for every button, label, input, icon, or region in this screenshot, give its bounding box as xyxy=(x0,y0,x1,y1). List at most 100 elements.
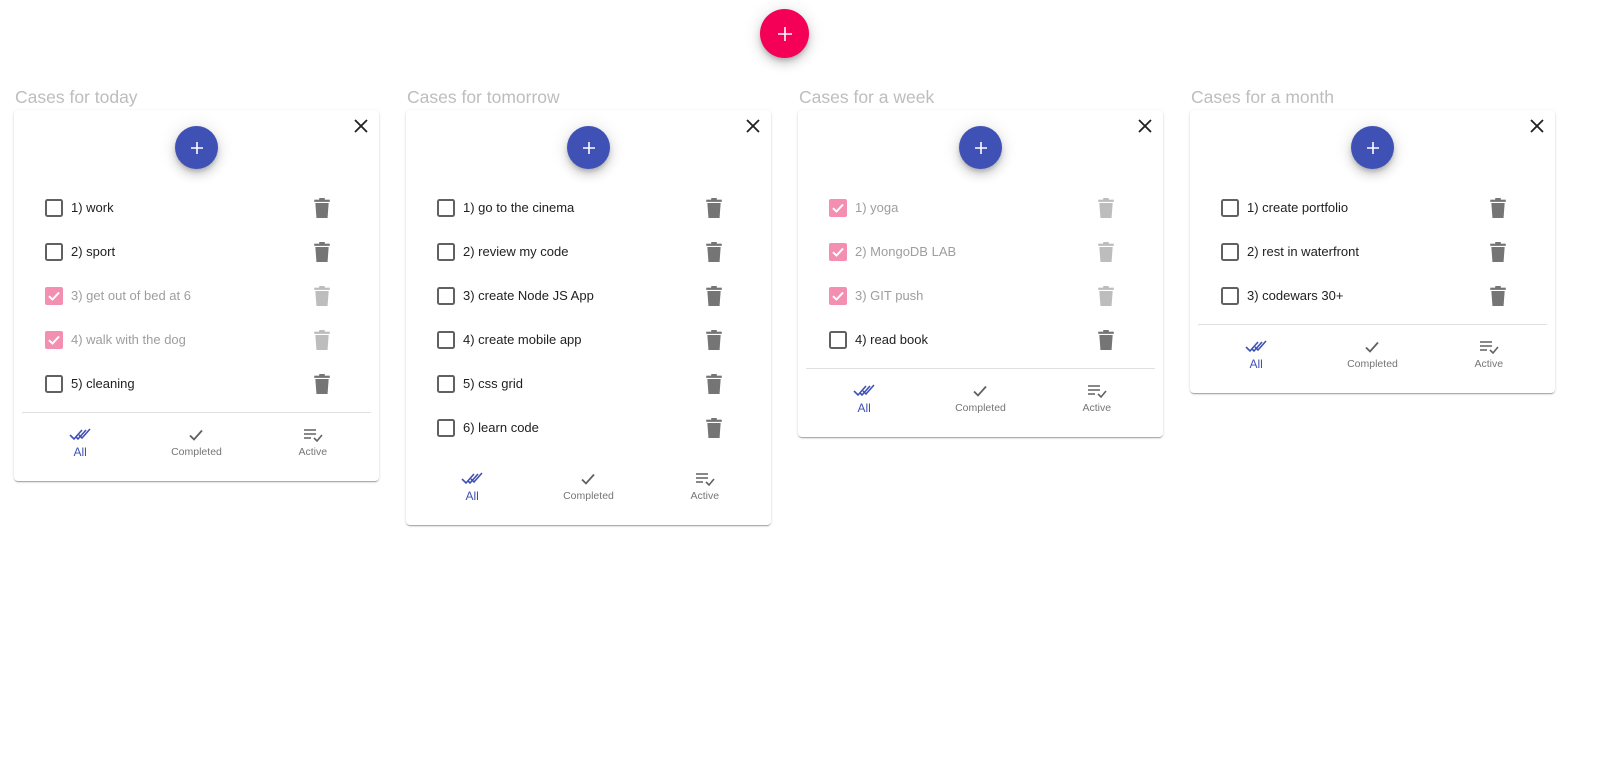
task-list: 1) create portfolio 2) rest in waterfront… xyxy=(1190,186,1555,318)
add-list-button[interactable] xyxy=(760,9,809,58)
checkbox-unchecked-icon xyxy=(437,331,455,349)
delete-task-button[interactable] xyxy=(705,242,723,262)
task-item: 1) go to the cinema xyxy=(414,186,763,230)
plus-icon xyxy=(190,141,203,154)
task-checkbox[interactable] xyxy=(1221,287,1239,305)
filter-all-button[interactable]: All xyxy=(417,457,528,525)
task-item: 3) get out of bed at 6 xyxy=(22,274,371,318)
playlist-check-icon xyxy=(695,473,715,487)
filter-label: All xyxy=(857,401,871,415)
task-item: 2) MongoDB LAB xyxy=(806,230,1155,274)
task-checkbox[interactable] xyxy=(1221,243,1239,261)
task-item: 4) walk with the dog xyxy=(22,318,371,362)
filter-all-button[interactable]: All xyxy=(25,413,136,481)
task-checkbox[interactable] xyxy=(437,331,455,349)
trash-icon xyxy=(706,242,722,262)
check-icon xyxy=(973,385,988,397)
trash-icon xyxy=(1490,198,1506,218)
todo-card: 1) create portfolio 2) rest in waterfront… xyxy=(1190,110,1555,393)
task-item: 1) work xyxy=(22,186,371,230)
checkbox-unchecked-icon xyxy=(437,199,455,217)
delete-task-button[interactable] xyxy=(1489,286,1507,306)
task-checkbox[interactable] xyxy=(829,199,847,217)
delete-task-button[interactable] xyxy=(705,198,723,218)
trash-icon xyxy=(706,286,722,306)
task-checkbox[interactable] xyxy=(45,375,63,393)
filter-active-button[interactable]: Active xyxy=(1041,369,1152,437)
task-checkbox[interactable] xyxy=(45,331,63,349)
double-check-icon xyxy=(69,428,91,441)
task-checkbox[interactable] xyxy=(829,287,847,305)
todo-list-column: Cases for tomorrow 1) go to the cinema 2) … xyxy=(406,86,771,525)
filter-label: Completed xyxy=(1347,358,1398,370)
delete-task-button[interactable] xyxy=(1097,198,1115,218)
delete-task-button[interactable] xyxy=(1097,330,1115,350)
task-checkbox[interactable] xyxy=(45,199,63,217)
delete-task-button[interactable] xyxy=(705,418,723,438)
filter-bottom-navigation: All Completed Active xyxy=(14,413,379,481)
delete-task-button[interactable] xyxy=(705,330,723,350)
task-checkbox[interactable] xyxy=(437,287,455,305)
close-list-button[interactable] xyxy=(1133,114,1157,138)
delete-task-button[interactable] xyxy=(1097,242,1115,262)
todo-list-column: Cases for a month 1) create portfolio 2) r… xyxy=(1190,86,1555,393)
filter-label: Completed xyxy=(563,490,614,502)
delete-task-button[interactable] xyxy=(1489,242,1507,262)
filter-completed-button[interactable]: Completed xyxy=(1317,325,1428,393)
filter-active-button[interactable]: Active xyxy=(1433,325,1544,393)
task-item: 3) codewars 30+ xyxy=(1198,274,1547,318)
delete-task-button[interactable] xyxy=(313,198,331,218)
filter-label: Active xyxy=(1474,358,1504,370)
close-list-button[interactable] xyxy=(1525,114,1549,138)
delete-task-button[interactable] xyxy=(705,374,723,394)
filter-completed-button[interactable]: Completed xyxy=(925,369,1036,437)
filter-label: All xyxy=(465,489,479,503)
task-checkbox[interactable] xyxy=(45,243,63,261)
playlist-check-icon xyxy=(1087,385,1107,399)
close-icon xyxy=(354,119,368,133)
checkbox-unchecked-icon xyxy=(437,375,455,393)
filter-label: Completed xyxy=(171,446,222,458)
task-checkbox[interactable] xyxy=(437,199,455,217)
task-checkbox[interactable] xyxy=(45,287,63,305)
delete-task-button[interactable] xyxy=(1489,198,1507,218)
add-task-button[interactable] xyxy=(567,126,610,169)
delete-task-button[interactable] xyxy=(313,286,331,306)
trash-icon xyxy=(314,198,330,218)
filter-all-button[interactable]: All xyxy=(809,369,920,437)
add-task-button[interactable] xyxy=(1351,126,1394,169)
task-checkbox[interactable] xyxy=(437,375,455,393)
close-list-button[interactable] xyxy=(349,114,373,138)
add-task-button[interactable] xyxy=(175,126,218,169)
checkbox-checked-icon xyxy=(45,287,63,305)
double-check-icon xyxy=(1245,340,1267,353)
delete-task-button[interactable] xyxy=(313,374,331,394)
delete-task-button[interactable] xyxy=(313,242,331,262)
checkbox-checked-icon xyxy=(829,199,847,217)
task-label: 4) walk with the dog xyxy=(71,332,186,347)
filter-completed-button[interactable]: Completed xyxy=(533,457,644,525)
list-title: Cases for today xyxy=(15,87,138,107)
task-checkbox[interactable] xyxy=(829,331,847,349)
plus-icon xyxy=(777,26,792,41)
task-checkbox[interactable] xyxy=(437,243,455,261)
trash-icon xyxy=(1490,242,1506,262)
task-checkbox[interactable] xyxy=(829,243,847,261)
checkbox-unchecked-icon xyxy=(1221,199,1239,217)
close-list-button[interactable] xyxy=(741,114,765,138)
task-label: 2) MongoDB LAB xyxy=(855,244,957,259)
filter-all-button[interactable]: All xyxy=(1201,325,1312,393)
delete-task-button[interactable] xyxy=(1097,286,1115,306)
task-label: 1) create portfolio xyxy=(1247,200,1349,215)
task-checkbox[interactable] xyxy=(437,419,455,437)
task-checkbox[interactable] xyxy=(1221,199,1239,217)
filter-completed-button[interactable]: Completed xyxy=(141,413,252,481)
filter-active-button[interactable]: Active xyxy=(649,457,760,525)
add-task-button[interactable] xyxy=(959,126,1002,169)
task-label: 4) create mobile app xyxy=(463,332,582,347)
delete-task-button[interactable] xyxy=(313,330,331,350)
trash-icon xyxy=(1098,330,1114,350)
delete-task-button[interactable] xyxy=(705,286,723,306)
task-label: 1) yoga xyxy=(855,200,899,215)
filter-active-button[interactable]: Active xyxy=(257,413,368,481)
